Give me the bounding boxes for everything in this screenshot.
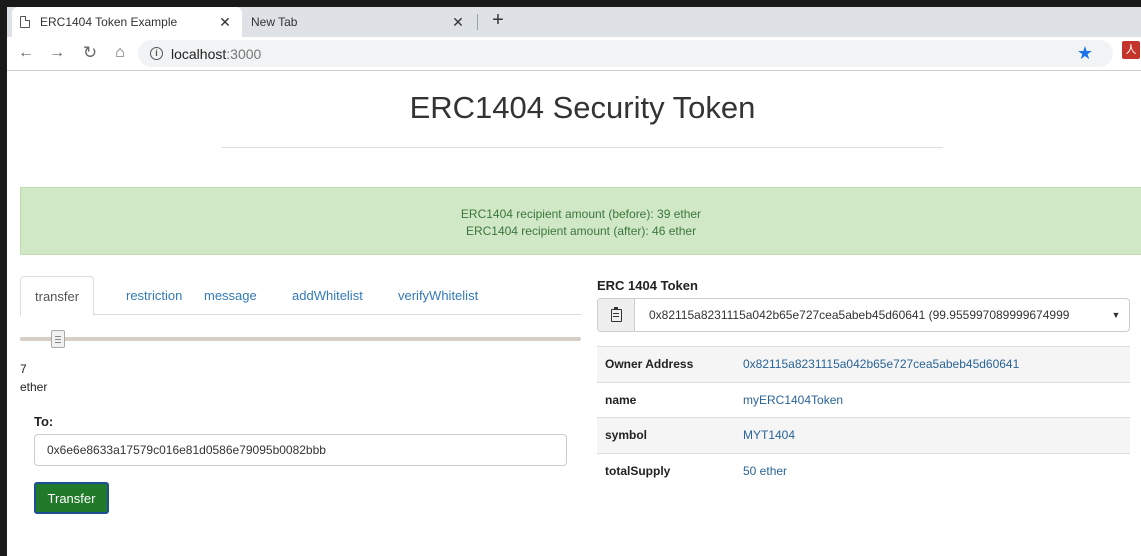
total-supply-value: 50 ether — [735, 452, 1130, 489]
close-tab-icon[interactable]: ✕ — [449, 14, 467, 31]
tab-message[interactable]: message — [190, 276, 271, 316]
transfer-button[interactable]: Transfer — [34, 482, 109, 514]
account-select[interactable]: 0x82115a8231115a042b65e727cea5abeb45d606… — [597, 298, 1130, 332]
amount-unit: ether — [20, 380, 48, 394]
page-icon — [20, 16, 30, 28]
name-key: name — [597, 381, 735, 418]
clipboard-addon — [598, 299, 635, 331]
tab-verify-whitelist[interactable]: verifyWhitelist — [384, 276, 492, 316]
status-alert: ERC1404 recipient amount (before): 39 et… — [20, 187, 1141, 255]
browser-tab-title: ERC1404 Token Example — [40, 15, 178, 29]
recipient-address-input[interactable] — [34, 434, 567, 466]
alert-before-line: ERC1404 recipient amount (before): 39 et… — [460, 207, 702, 221]
owner-address-key: Owner Address — [597, 346, 735, 382]
browser-tab-active[interactable]: ERC1404 Token Example ✕ — [12, 7, 242, 37]
table-row: name myERC1404Token — [597, 381, 1130, 418]
browser-tab-title: New Tab — [251, 15, 298, 29]
tab-add-whitelist[interactable]: addWhitelist — [278, 276, 377, 316]
table-row: Owner Address 0x82115a8231115a042b65e727… — [597, 346, 1130, 382]
amount-slider-handle[interactable] — [51, 330, 65, 348]
symbol-value: MYT1404 — [735, 417, 1130, 453]
total-supply-key: totalSupply — [597, 452, 735, 489]
title-divider — [222, 147, 943, 148]
url-port: :3000 — [226, 45, 262, 62]
window-frame-left — [0, 0, 7, 556]
tab-separator — [477, 14, 478, 30]
token-heading: ERC 1404 Token — [597, 278, 698, 293]
amount-value: 7 — [20, 362, 27, 376]
to-label: To: — [34, 414, 54, 429]
back-arrow-icon[interactable]: ← — [15, 42, 37, 64]
table-row: symbol MYT1404 — [597, 417, 1130, 453]
reload-icon[interactable]: ↻ — [79, 42, 101, 64]
address-bar[interactable]: i localhost:3000 ★ — [138, 40, 1113, 67]
token-info-table: Owner Address 0x82115a8231115a042b65e727… — [597, 346, 1130, 489]
symbol-key: symbol — [597, 417, 735, 453]
forward-arrow-icon[interactable]: → — [46, 42, 68, 64]
page-title: ERC1404 Security Token — [409, 90, 756, 125]
url-host: localhost — [171, 45, 227, 62]
alert-after-line: ERC1404 recipient amount (after): 46 eth… — [465, 224, 697, 238]
close-tab-icon[interactable]: ✕ — [216, 14, 234, 31]
browser-tabstrip: ERC1404 Token Example ✕ New Tab ✕ + — [7, 7, 1141, 37]
clipboard-icon — [610, 306, 622, 322]
browser-toolbar: ← → ↻ ⌂ i localhost:3000 ★ 人 — [7, 37, 1141, 71]
new-tab-plus-icon[interactable]: + — [487, 9, 509, 32]
tab-restriction[interactable]: restriction — [112, 276, 196, 316]
bookmark-star-icon[interactable]: ★ — [1077, 43, 1093, 64]
owner-address-value: 0x82115a8231115a042b65e727cea5abeb45d606… — [735, 346, 1130, 382]
window-frame-top — [0, 0, 1141, 7]
tab-transfer[interactable]: transfer — [20, 276, 95, 316]
browser-tab-new[interactable]: New Tab ✕ — [243, 7, 475, 37]
action-tabs: transfer restriction message addWhitelis… — [20, 276, 581, 316]
info-icon[interactable]: i — [150, 47, 163, 60]
pdf-extension-icon[interactable]: 人 — [1122, 41, 1140, 59]
account-select-value[interactable]: 0x82115a8231115a042b65e727cea5abeb45d606… — [635, 308, 1103, 322]
chevron-down-icon[interactable]: ▼ — [1103, 310, 1129, 320]
table-row: totalSupply 50 ether — [597, 452, 1130, 489]
amount-slider-track[interactable] — [20, 337, 581, 341]
name-value: myERC1404Token — [735, 381, 1130, 418]
home-icon[interactable]: ⌂ — [109, 42, 131, 64]
